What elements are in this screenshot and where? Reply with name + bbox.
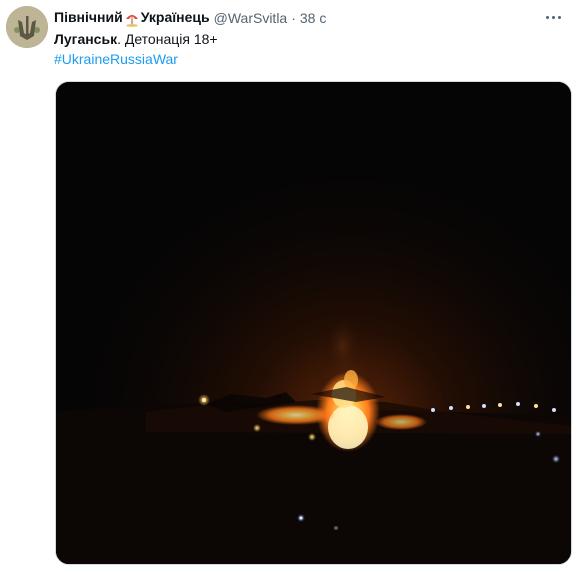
display-name-part1: Північний [54, 9, 123, 26]
tweet-text: Луганськ. Детонація 18+ [54, 31, 218, 47]
more-dot-icon [557, 15, 561, 19]
separator-dot: · [291, 10, 296, 26]
tweet-header: Північний Українець @WarSvitla · 38 с [54, 8, 326, 28]
night-explosion-video [56, 82, 571, 564]
more-dot-icon [545, 15, 549, 19]
user-handle[interactable]: @WarSvitla [214, 10, 288, 26]
tweet-card[interactable]: Північний Українець @WarSvitla · 38 с Лу… [0, 0, 582, 577]
tweet-text-location: Луганськ [54, 31, 118, 47]
tweet-text-body: . Детонація 18+ [117, 31, 218, 47]
umbrella-on-ground-icon [125, 13, 138, 27]
display-name-part2: Українець [140, 9, 210, 26]
more-dot-icon [551, 15, 555, 19]
hashtag-link[interactable]: #UkraineRussiaWar [54, 51, 178, 67]
timestamp[interactable]: 38 с [300, 10, 326, 26]
avatar-trident-icon [6, 6, 48, 48]
more-options-button[interactable] [542, 8, 564, 26]
display-name[interactable]: Північний Українець [54, 9, 210, 27]
tweet-media-video[interactable] [55, 81, 572, 565]
avatar[interactable] [6, 6, 48, 48]
